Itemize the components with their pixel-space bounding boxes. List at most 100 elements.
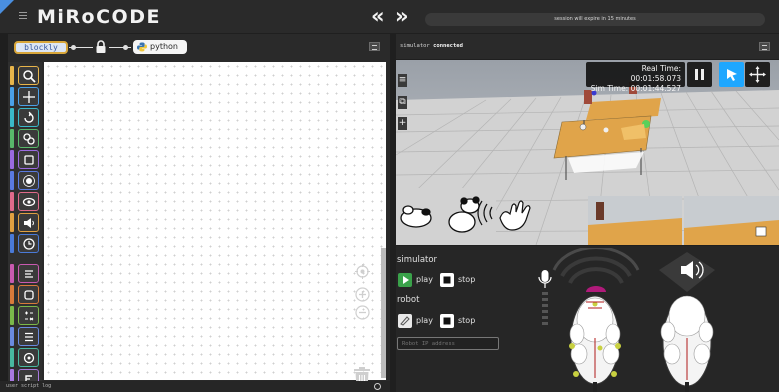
- mode-connector-dot: [71, 45, 76, 50]
- user-script-log-bar[interactable]: user script log: [0, 381, 390, 392]
- rotate-icon: [24, 111, 34, 123]
- sim-time-label: Sim Time:: [590, 84, 629, 93]
- robot-section-label: robot: [397, 295, 420, 305]
- top-bar: MiRoCODE « » session will expire in 15 m…: [0, 0, 779, 33]
- simulator-3d-viewport[interactable]: [396, 60, 779, 245]
- pause-simulation-icon[interactable]: [687, 62, 712, 87]
- sim-play-button[interactable]: [398, 273, 412, 287]
- editor-menu-button[interactable]: [369, 42, 380, 51]
- editor-header: blockly python: [8, 34, 390, 59]
- joint-icon: [24, 155, 34, 165]
- toolbox-category-color-bar: [10, 264, 14, 283]
- toolbox-category-math[interactable]: [18, 306, 39, 325]
- workspace-scrollbar[interactable]: [381, 248, 386, 378]
- sim-play-label[interactable]: play: [416, 275, 433, 284]
- python-mode-label: python: [150, 42, 178, 51]
- toolbox-category-color-bar: [10, 285, 14, 304]
- robot-play-button[interactable]: [398, 314, 412, 328]
- toolbox-category-color-bar: [10, 234, 14, 253]
- toolbox-category-color-bar: [10, 348, 14, 367]
- sim-time-row: Sim Time: 00:01:44.527: [590, 84, 681, 94]
- math-icon: [25, 311, 34, 321]
- viewport-layers-icon[interactable]: ⧉: [398, 96, 407, 109]
- blockly-mode-button[interactable]: blockly: [14, 41, 68, 54]
- select-cursor-icon[interactable]: [719, 62, 744, 87]
- expand-right-icon[interactable]: »: [395, 6, 409, 27]
- toolbox-category-color-bar: [10, 213, 14, 232]
- blockly-workspace[interactable]: [44, 62, 386, 380]
- variable-icon: [23, 352, 35, 364]
- toolbox-category-rotate[interactable]: [18, 108, 39, 127]
- real-time-row: Real Time: 00:01:58.073: [590, 64, 681, 84]
- toolbox-category-color-bar: [10, 192, 14, 211]
- toolbox-category-sensor[interactable]: [18, 129, 39, 148]
- hamburger-menu-icon[interactable]: [19, 12, 27, 19]
- python-mode-button[interactable]: python: [133, 40, 187, 54]
- speaker-icon: [24, 218, 34, 228]
- simulator-status-value: connected: [433, 43, 463, 49]
- toolbox-category-eye[interactable]: [18, 192, 39, 211]
- real-time-value: 00:01:58.073: [630, 74, 681, 83]
- app-root: MiRoCODE « » session will expire in 15 m…: [0, 0, 779, 392]
- simulator-status-label: simulator: [400, 43, 430, 49]
- sim-stop-label[interactable]: stop: [458, 275, 475, 284]
- mode-connector-dot-2: [123, 45, 128, 50]
- viewport-add-icon[interactable]: +: [398, 117, 407, 130]
- code-editor-pane: blockly python: [8, 34, 390, 392]
- toolbox-category-variable[interactable]: [18, 348, 39, 367]
- recenter-icon[interactable]: [355, 264, 370, 279]
- simulator-menu-button[interactable]: [759, 42, 770, 51]
- robot-play-label[interactable]: play: [416, 316, 433, 325]
- toolbox-category-color-bar: [10, 327, 14, 346]
- search-icon: [23, 70, 36, 83]
- robot-speaker-diagram: [659, 252, 715, 392]
- toolbox-category-clock[interactable]: [18, 234, 39, 253]
- block-toolbox: [8, 62, 42, 392]
- toolbox-category-color-bar: [10, 108, 14, 127]
- toolbox-category-loop[interactable]: [18, 285, 39, 304]
- real-time-label: Real Time:: [641, 64, 681, 73]
- toolbox-category-color-bar: [10, 306, 14, 325]
- robot-ip-input[interactable]: [397, 337, 499, 350]
- toolbox-category-color-bar: [10, 66, 14, 85]
- toolbox-category-move-arrows[interactable]: [18, 87, 39, 106]
- robot-sensor-diagram: [552, 248, 640, 392]
- app-logo: MiRoCODE: [37, 6, 161, 28]
- toolbox-category-search[interactable]: [18, 66, 39, 85]
- simulator-header: simulator connected: [396, 34, 779, 59]
- simulation-time-display: Real Time: 00:01:58.073 Sim Time: 00:01:…: [586, 62, 685, 93]
- sim-time-value: 00:01:44.527: [630, 84, 681, 93]
- loop-icon: [24, 290, 34, 300]
- toolbox-category-joint[interactable]: [18, 150, 39, 169]
- log-toggle-icon[interactable]: [374, 383, 381, 390]
- robot-pose-sleep-icon[interactable]: [400, 205, 432, 228]
- toolbox-category-color-bar: [10, 87, 14, 106]
- robot-stop-button[interactable]: [440, 314, 454, 328]
- toolbox-category-color-bar: [10, 150, 14, 169]
- toolbox-category-list[interactable]: [18, 327, 39, 346]
- toolbox-category-color-bar: [10, 171, 14, 190]
- session-expiry-notice: session will expire in 15 minutes: [425, 13, 765, 26]
- robot-stop-label[interactable]: stop: [458, 316, 475, 325]
- corner-indicator: [0, 0, 14, 14]
- clock-icon: [23, 238, 35, 250]
- zoom-in-icon[interactable]: [355, 287, 370, 302]
- toolbox-category-lights[interactable]: [18, 171, 39, 190]
- simulator-section-label: simulator: [397, 255, 438, 265]
- move-tool-icon[interactable]: [745, 62, 770, 87]
- collapse-left-icon[interactable]: «: [371, 6, 385, 27]
- move-arrows-icon: [23, 91, 35, 103]
- logic-icon: [25, 270, 33, 278]
- sensor-icon: [23, 133, 35, 145]
- toolbox-category-color-bar: [10, 129, 14, 148]
- sim-stop-button[interactable]: [440, 273, 454, 287]
- lights-icon: [23, 175, 35, 187]
- zoom-out-icon[interactable]: [355, 305, 370, 320]
- lock-icon[interactable]: [95, 40, 107, 54]
- eye-icon: [22, 197, 36, 207]
- viewport-menu-icon[interactable]: ≡: [398, 74, 407, 87]
- toolbox-category-logic[interactable]: [18, 264, 39, 283]
- list-icon: [25, 332, 33, 342]
- python-logo-icon: [137, 42, 147, 52]
- toolbox-category-speaker[interactable]: [18, 213, 39, 232]
